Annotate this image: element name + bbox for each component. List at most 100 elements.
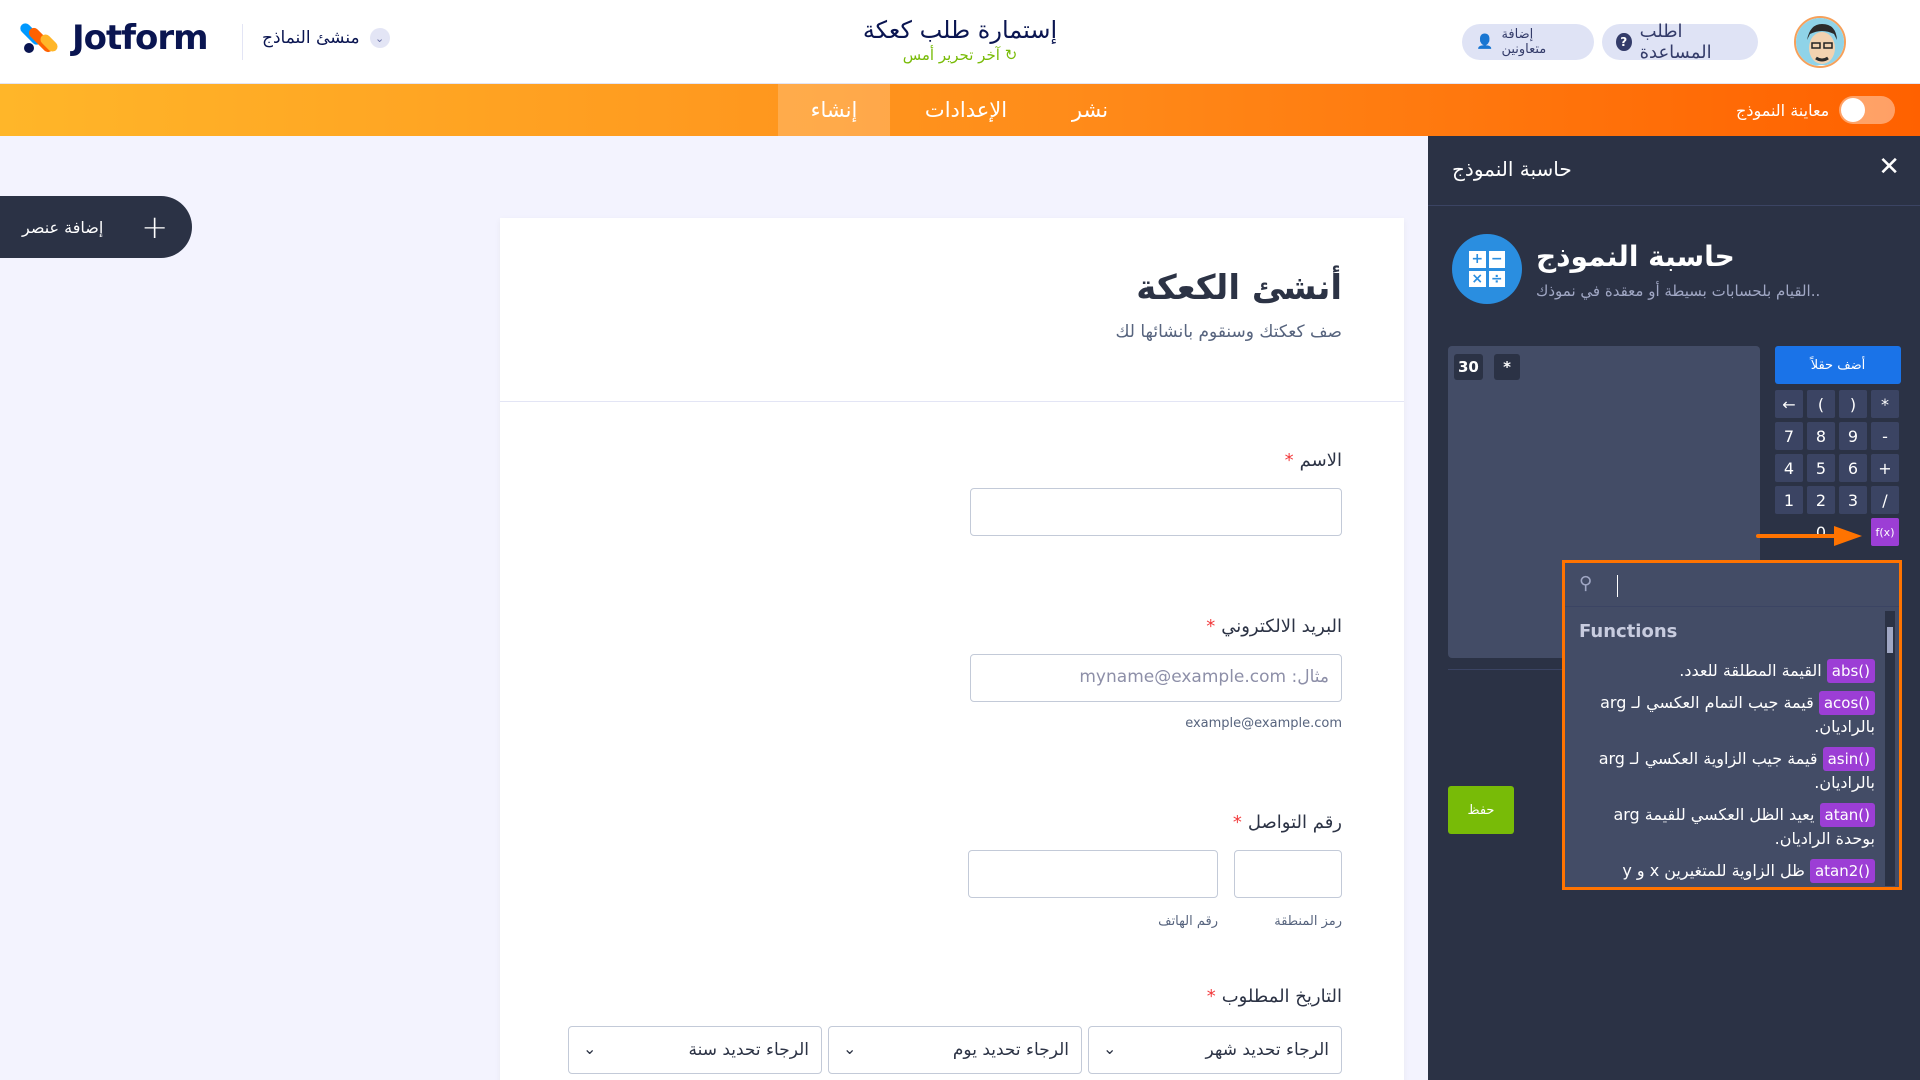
formula-token[interactable]: *	[1494, 354, 1520, 380]
text-cursor	[1617, 575, 1618, 597]
tab-publish[interactable]: نشر	[1040, 84, 1140, 136]
date-label[interactable]: التاريخ المطلوب*	[1207, 986, 1342, 1007]
function-item[interactable]: atan2() ظل الزاوية للمتغيرين x و y	[1579, 859, 1875, 883]
form-title[interactable]: إستمارة طلب كعكة	[760, 16, 1160, 44]
question-icon: ?	[1616, 33, 1632, 51]
builder-label: منشئ النماذج	[262, 28, 360, 48]
calculator-subtitle: القيام بلحسابات بسيطة أو معقدة في نموذك.…	[1536, 282, 1821, 300]
header-divider	[242, 24, 243, 60]
function-item[interactable]: acos() قيمة جيب التمام العكسي لـ arg بال…	[1579, 691, 1875, 739]
email-placeholder: مثال: myname@example.com	[1079, 667, 1329, 687]
calculator-icon: + − × ÷	[1452, 234, 1522, 304]
chevron-down-icon: ⌄	[369, 28, 390, 48]
builder-switcher[interactable]: منشئ النماذج ⌄	[262, 28, 390, 48]
function-item[interactable]: abs() القيمة المطلقة للعدد.	[1579, 659, 1875, 683]
date-label-text: التاريخ المطلوب	[1221, 986, 1342, 1007]
last-edit-status: آخر تحرير أمس ↻	[760, 46, 1160, 64]
year-select[interactable]: الرجاء تحديد سنة ⌄	[568, 1026, 822, 1074]
required-mark: *	[1206, 616, 1216, 637]
function-tag: asin()	[1822, 747, 1875, 771]
form-title-area[interactable]: إستمارة طلب كعكة آخر تحرير أمس ↻	[760, 16, 1160, 64]
form-header[interactable]: أنشئ الكعكة صف كعكتك وسنقوم بانشائها لك	[500, 218, 1404, 402]
key-open-paren[interactable]: (	[1807, 390, 1835, 418]
key-1[interactable]: 1	[1775, 486, 1803, 514]
key-8[interactable]: 8	[1807, 422, 1835, 450]
jotform-logo[interactable]: Jotform	[18, 18, 209, 58]
preview-switch[interactable]	[1839, 96, 1896, 124]
functions-dropdown: ⚲ Functions abs() القيمة المطلقة للعدد. …	[1562, 560, 1902, 890]
get-help-button[interactable]: ? اطلب المساعدة	[1602, 21, 1758, 63]
functions-scrollbar[interactable]	[1885, 611, 1895, 886]
phone-number-input[interactable]	[968, 850, 1218, 898]
form-heading[interactable]: أنشئ الكعكة	[500, 268, 1342, 308]
calculator-keypad: ← ( ) * 7 8 9 - 4 5 6 + 1 2 3 / 0 f(x)	[1775, 390, 1901, 546]
user-icon: 👤	[1476, 34, 1494, 50]
key-9[interactable]: 9	[1839, 422, 1867, 450]
add-collaborators-label: إضافة متعاونين	[1501, 27, 1547, 57]
key-divide[interactable]: /	[1871, 486, 1899, 514]
key-minus[interactable]: -	[1871, 422, 1899, 450]
form-preview-toggle[interactable]: معاينة النموذج	[1736, 96, 1896, 124]
key-close-paren[interactable]: )	[1839, 390, 1867, 418]
function-tag: acos()	[1818, 691, 1875, 715]
logo-text: Jotform	[72, 18, 209, 58]
form-description[interactable]: صف كعكتك وسنقوم بانشائها لك	[500, 322, 1342, 342]
get-help-label: اطلب المساعدة	[1639, 21, 1712, 63]
email-input[interactable]: مثال: myname@example.com	[970, 654, 1342, 702]
year-select-value: الرجاء تحديد سنة	[688, 1040, 809, 1060]
function-button[interactable]: f(x)	[1871, 518, 1899, 546]
last-edit-text: آخر تحرير أمس	[902, 46, 1000, 64]
avatar[interactable]	[1794, 16, 1846, 68]
chevron-down-icon: ⌄	[843, 1039, 857, 1058]
month-select[interactable]: الرجاء تحديد شهر ⌄	[1088, 1026, 1342, 1074]
formula-token[interactable]: 30	[1454, 354, 1483, 380]
add-element-label: إضافة عنصر	[22, 217, 104, 237]
phone-label[interactable]: رقم التواصل*	[1233, 812, 1342, 833]
name-label-text: الاسم	[1299, 450, 1342, 471]
add-collaborators-button[interactable]: 👤 إضافة متعاونين	[1462, 24, 1594, 60]
panel-title: حاسبة النموذج	[1452, 157, 1572, 181]
save-button[interactable]: حفظ	[1448, 786, 1514, 834]
builder-nav: إنشاء الإعدادات نشر معاينة النموذج	[0, 84, 1920, 136]
area-code-sublabel: رمز المنطقة	[1274, 914, 1342, 929]
function-tag: atan2()	[1809, 859, 1875, 883]
required-mark: *	[1284, 450, 1294, 471]
area-code-input[interactable]	[1234, 850, 1342, 898]
close-icon[interactable]: ✕	[1878, 152, 1900, 182]
key-plus[interactable]: +	[1871, 454, 1899, 482]
key-6[interactable]: 6	[1839, 454, 1867, 482]
day-select[interactable]: الرجاء تحديد يوم ⌄	[828, 1026, 1082, 1074]
chevron-down-icon: ⌄	[1103, 1039, 1117, 1058]
plus-icon: +	[141, 208, 168, 246]
key-7[interactable]: 7	[1775, 422, 1803, 450]
add-field-button[interactable]: أضف حقلاً	[1775, 346, 1901, 384]
function-desc: ظل الزاوية للمتغيرين x و y	[1622, 861, 1805, 880]
jotform-logo-icon	[18, 19, 60, 57]
key-3[interactable]: 3	[1839, 486, 1867, 514]
required-mark: *	[1232, 812, 1242, 833]
email-label-text: البريد الالكتروني	[1221, 616, 1342, 637]
key-4[interactable]: 4	[1775, 454, 1803, 482]
name-input[interactable]	[970, 488, 1342, 536]
tab-build[interactable]: إنشاء	[778, 84, 890, 136]
search-icon: ⚲	[1579, 573, 1593, 594]
key-multiply[interactable]: *	[1871, 390, 1899, 418]
email-sublabel: example@example.com	[1185, 716, 1342, 731]
tab-settings[interactable]: الإعدادات	[906, 84, 1026, 136]
name-label[interactable]: الاسم*	[1285, 450, 1342, 471]
functions-search[interactable]: ⚲	[1565, 563, 1899, 607]
function-item[interactable]: atan() يعيد الظل العكسي للقيمة arg بوحدة…	[1579, 803, 1875, 851]
month-select-value: الرجاء تحديد شهر	[1205, 1040, 1329, 1060]
panel-header: حاسبة النموذج ✕	[1428, 136, 1920, 206]
email-label[interactable]: البريد الالكتروني*	[1206, 616, 1342, 637]
key-2[interactable]: 2	[1807, 486, 1835, 514]
phone-label-text: رقم التواصل	[1247, 812, 1342, 833]
add-element-button[interactable]: إضافة عنصر +	[0, 196, 192, 258]
preview-label: معاينة النموذج	[1736, 100, 1830, 120]
key-5[interactable]: 5	[1807, 454, 1835, 482]
key-backspace[interactable]: ←	[1775, 390, 1803, 418]
function-item[interactable]: asin() قيمة جيب الزاوية العكسي لـ arg با…	[1579, 747, 1875, 795]
function-tag: atan()	[1819, 803, 1875, 827]
history-icon: ↻	[1004, 46, 1018, 64]
required-mark: *	[1206, 986, 1216, 1007]
